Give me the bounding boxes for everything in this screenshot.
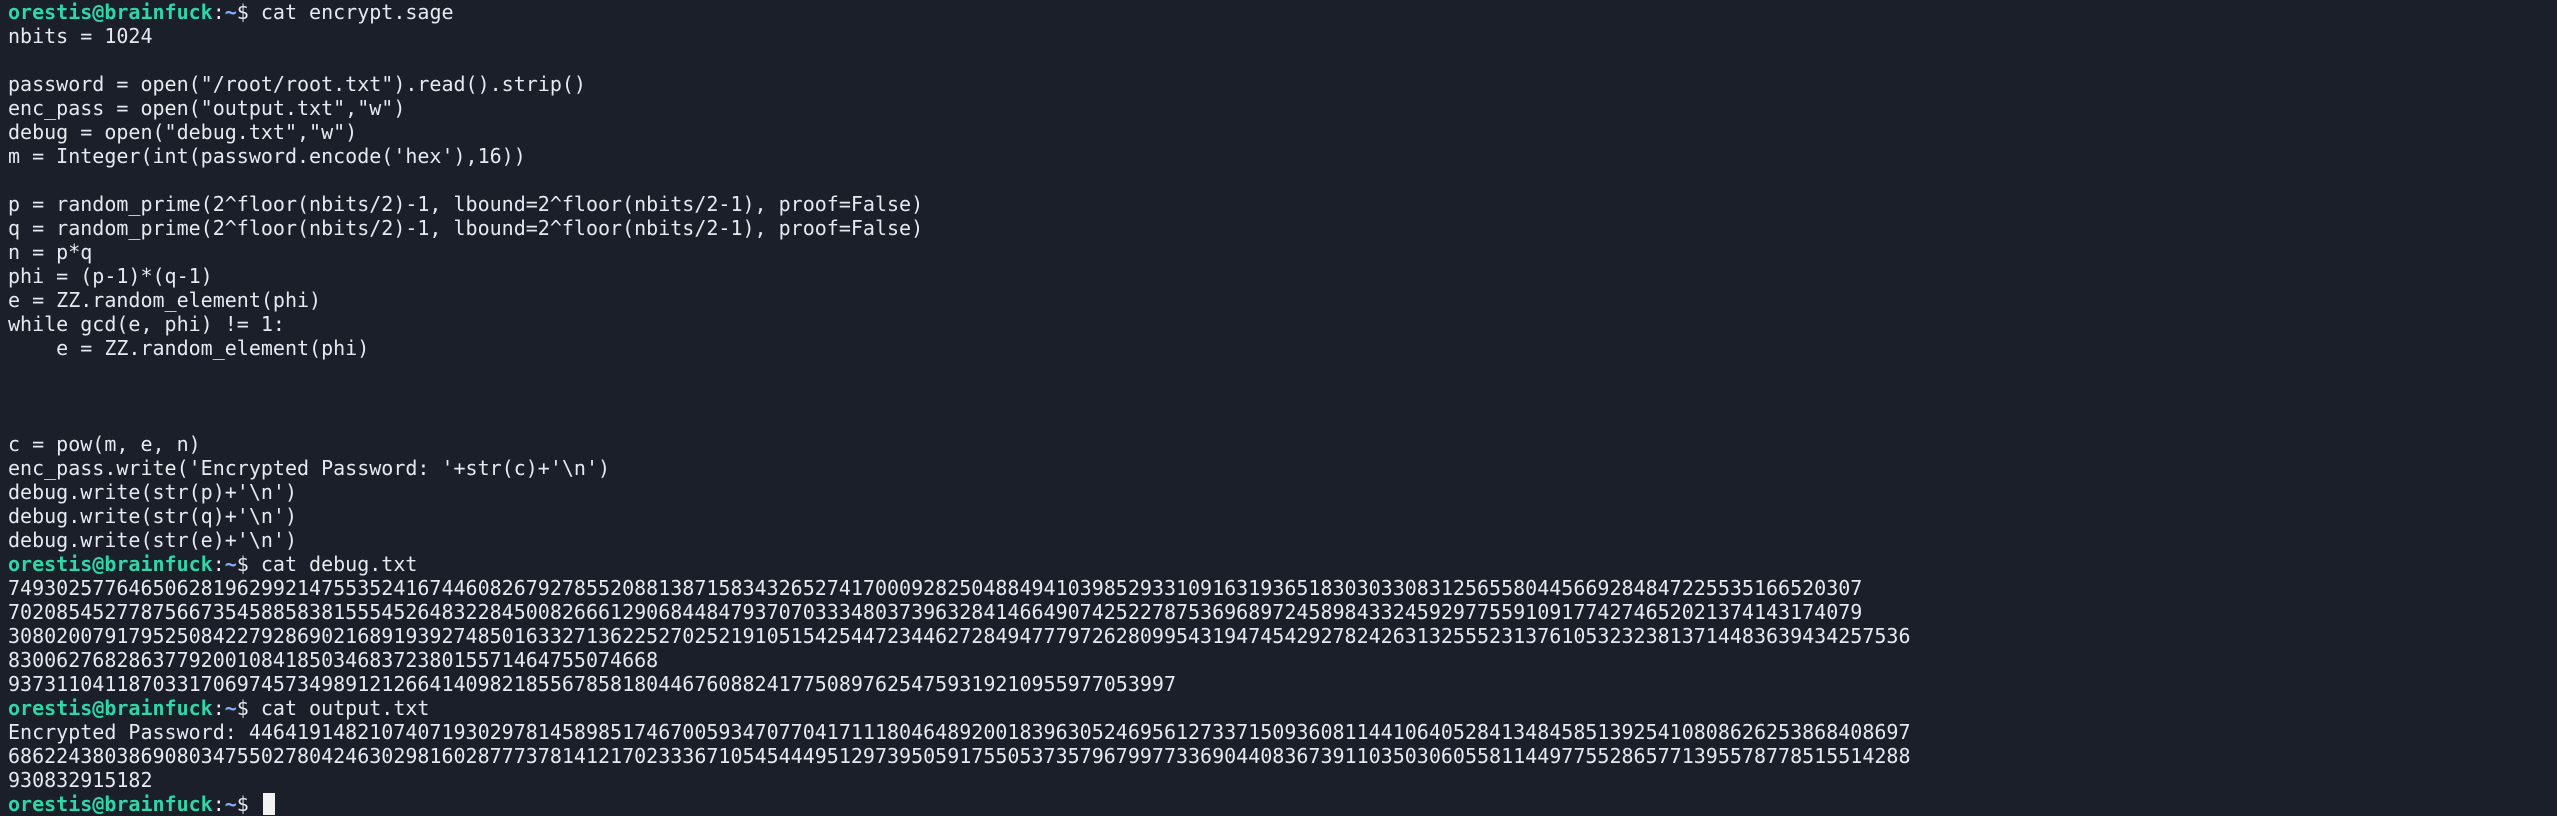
output-line: while gcd(e, phi) != 1:	[8, 312, 285, 336]
output-line: c = pow(m, e, n)	[8, 432, 201, 456]
terminal-cursor	[262, 793, 275, 815]
prompt-line: orestis@brainfuck:~$ cat debug.txt	[8, 552, 2553, 576]
prompt-separator: :	[212, 0, 225, 24]
prompt-user-host: orestis@brainfuck	[8, 792, 213, 816]
prompt-path: ~	[224, 552, 237, 576]
prompt-user-host: orestis@brainfuck	[8, 696, 213, 720]
prompt-user-host: orestis@brainfuck	[8, 552, 213, 576]
prompt-separator: :	[212, 696, 225, 720]
output-line: 9373110411870331706974573498912126641409…	[8, 672, 1176, 696]
output-line: password = open("/root/root.txt").read()…	[8, 72, 586, 96]
output-line: Encrypted Password: 44641914821074071930…	[8, 720, 1911, 792]
prompt-user-host: orestis@brainfuck	[8, 0, 213, 24]
prompt-symbol: $	[236, 696, 261, 720]
prompt-path: ~	[224, 0, 237, 24]
output-line: m = Integer(int(password.encode('hex'),1…	[8, 144, 526, 168]
prompt-path: ~	[224, 696, 237, 720]
output-line: n = p*q	[8, 240, 93, 264]
output-line: e = ZZ.random_element(phi)	[8, 288, 322, 312]
output-line: 7020854527787566735458858381555452648322…	[8, 600, 1863, 624]
command-text: cat debug.txt	[260, 552, 418, 576]
output-line: debug.write(str(q)+'\n')	[8, 504, 297, 528]
output-line: e = ZZ.random_element(phi)	[8, 336, 370, 360]
command-text: cat encrypt.sage	[260, 0, 454, 24]
prompt-line: orestis@brainfuck:~$ cat output.txt	[8, 696, 2553, 720]
output-line: 3080200791795250842279286902168919392748…	[8, 624, 1911, 672]
prompt-symbol: $	[236, 0, 261, 24]
prompt-separator: :	[212, 792, 225, 816]
command-text: cat output.txt	[260, 696, 430, 720]
output-line: nbits = 1024	[8, 24, 153, 48]
prompt-line: orestis@brainfuck:~$	[8, 792, 2553, 816]
output-line: phi = (p-1)*(q-1)	[8, 264, 213, 288]
prompt-line: orestis@brainfuck:~$ cat encrypt.sage	[8, 0, 2553, 24]
terminal-output[interactable]: orestis@brainfuck:~$ cat encrypt.sage nbi…	[8, 0, 2553, 816]
output-line: q = random_prime(2^floor(nbits/2)-1, lbo…	[8, 216, 924, 240]
prompt-path: ~	[224, 792, 237, 816]
prompt-separator: :	[212, 552, 225, 576]
output-line: 7493025776465062819629921475535241674460…	[8, 576, 1863, 600]
prompt-symbol: $	[236, 792, 261, 816]
prompt-symbol: $	[236, 552, 261, 576]
output-line: enc_pass.write('Encrypted Password: '+st…	[8, 456, 611, 480]
output-line: enc_pass = open("output.txt","w")	[8, 96, 406, 120]
output-line: debug.write(str(e)+'\n')	[8, 528, 297, 552]
output-line: debug.write(str(p)+'\n')	[8, 480, 297, 504]
output-line: debug = open("debug.txt","w")	[8, 120, 358, 144]
output-line: p = random_prime(2^floor(nbits/2)-1, lbo…	[8, 192, 924, 216]
